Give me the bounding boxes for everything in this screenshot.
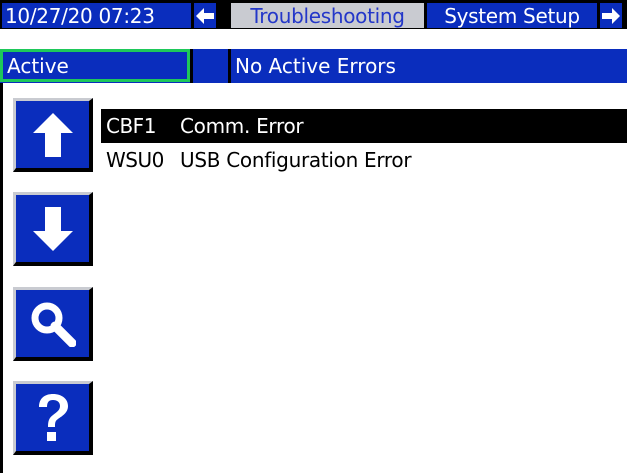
arrow-right-icon <box>602 7 620 24</box>
arrow-up-icon <box>32 112 73 157</box>
question-mark-icon <box>38 393 68 441</box>
error-description: USB Configuration Error <box>180 148 412 172</box>
scroll-up-button[interactable] <box>13 98 93 172</box>
error-status-message: No Active Errors <box>235 54 396 78</box>
tab-troubleshooting[interactable]: Troubleshooting <box>231 3 424 28</box>
screen-border <box>0 83 3 473</box>
help-button[interactable] <box>13 381 93 455</box>
error-list: CBF1 Comm. Error WSU0 USB Configuration … <box>101 109 627 177</box>
previous-screen-button[interactable] <box>194 3 216 28</box>
system-state-indicator: Active <box>0 49 190 82</box>
tab-system-setup[interactable]: System Setup <box>427 3 597 28</box>
error-list-item[interactable]: WSU0 USB Configuration Error <box>101 143 627 177</box>
datetime-display: 10/27/20 07:23 <box>2 3 191 28</box>
magnifier-icon <box>31 302 76 347</box>
next-screen-button[interactable] <box>600 3 622 28</box>
scroll-down-button[interactable] <box>13 192 93 266</box>
view-details-button[interactable] <box>13 287 93 361</box>
hmi-screen: 10/27/20 07:23 Troubleshooting System Se… <box>0 0 627 473</box>
status-divider <box>190 49 193 83</box>
arrow-left-icon <box>196 7 214 24</box>
error-description: Comm. Error <box>180 114 304 138</box>
error-list-item[interactable]: CBF1 Comm. Error <box>101 109 627 143</box>
arrow-down-icon <box>32 206 73 251</box>
error-code: CBF1 <box>106 114 156 138</box>
status-divider <box>228 49 231 83</box>
error-code: WSU0 <box>106 148 164 172</box>
